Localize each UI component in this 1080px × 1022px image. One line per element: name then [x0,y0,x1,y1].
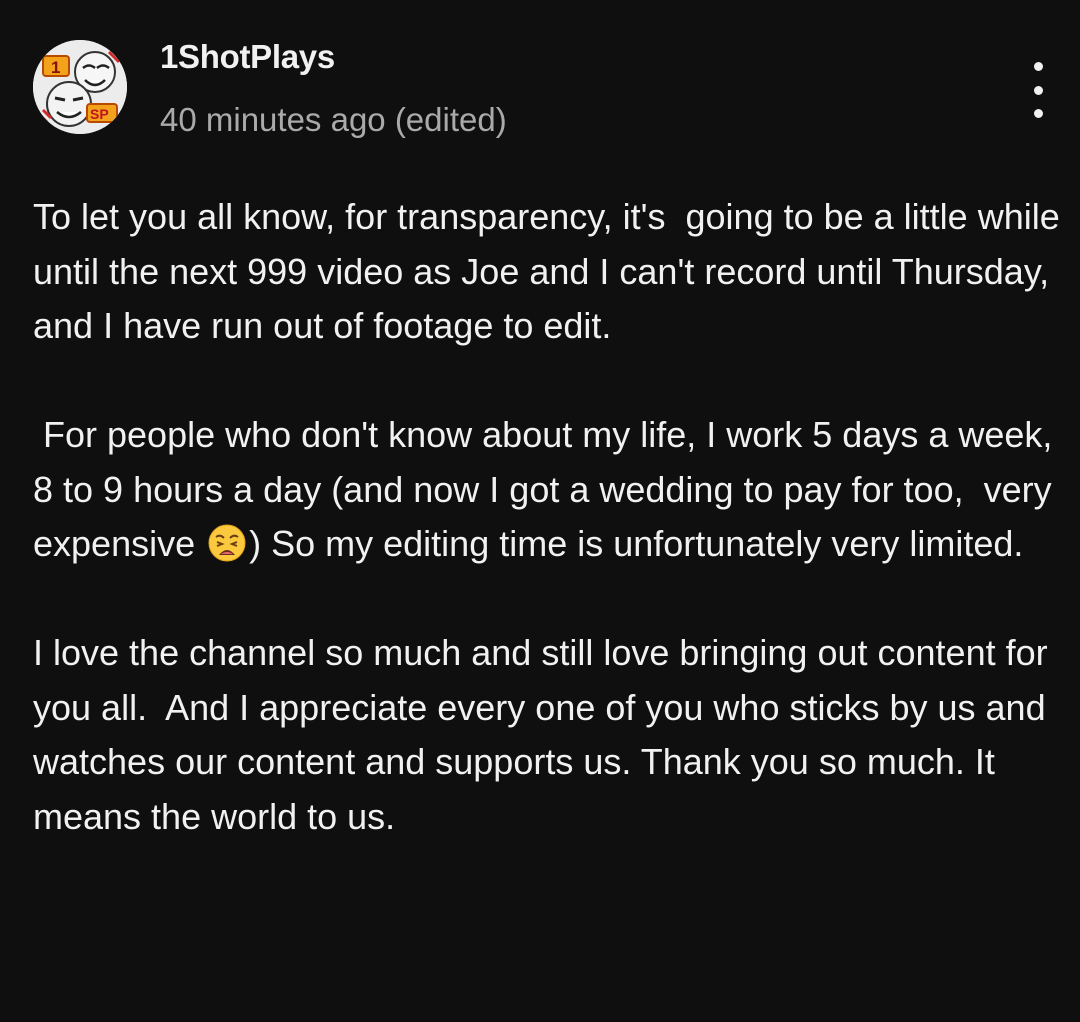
author-name[interactable]: 1ShotPlays [160,38,335,76]
community-post: 1 SP 1ShotPlays 40 minutes ago (edited) … [0,0,1080,1022]
more-vertical-icon[interactable] [1018,62,1058,118]
avatar-image: 1 SP [33,40,127,134]
post-paragraph-2: For people who don't know about my life,… [33,408,1063,572]
avatar-number-badge: 1 [51,58,60,77]
menu-dot [1033,109,1043,118]
paragraph-2-text-end: ) So my editing time is unfortunately ve… [249,523,1024,564]
post-paragraph-1: To let you all know, for transparency, i… [33,196,1070,346]
avatar-initials-badge: SP [90,106,109,122]
channel-avatar[interactable]: 1 SP [33,40,127,134]
post-body: To let you all know, for transparency, i… [33,190,1063,844]
menu-dot [1033,62,1043,71]
post-paragraph-3: I love the channel so much and still lov… [33,632,1058,837]
menu-dot [1033,85,1043,95]
weary-face-emoji [208,524,246,562]
post-timestamp: 40 minutes ago (edited) [160,101,507,138]
